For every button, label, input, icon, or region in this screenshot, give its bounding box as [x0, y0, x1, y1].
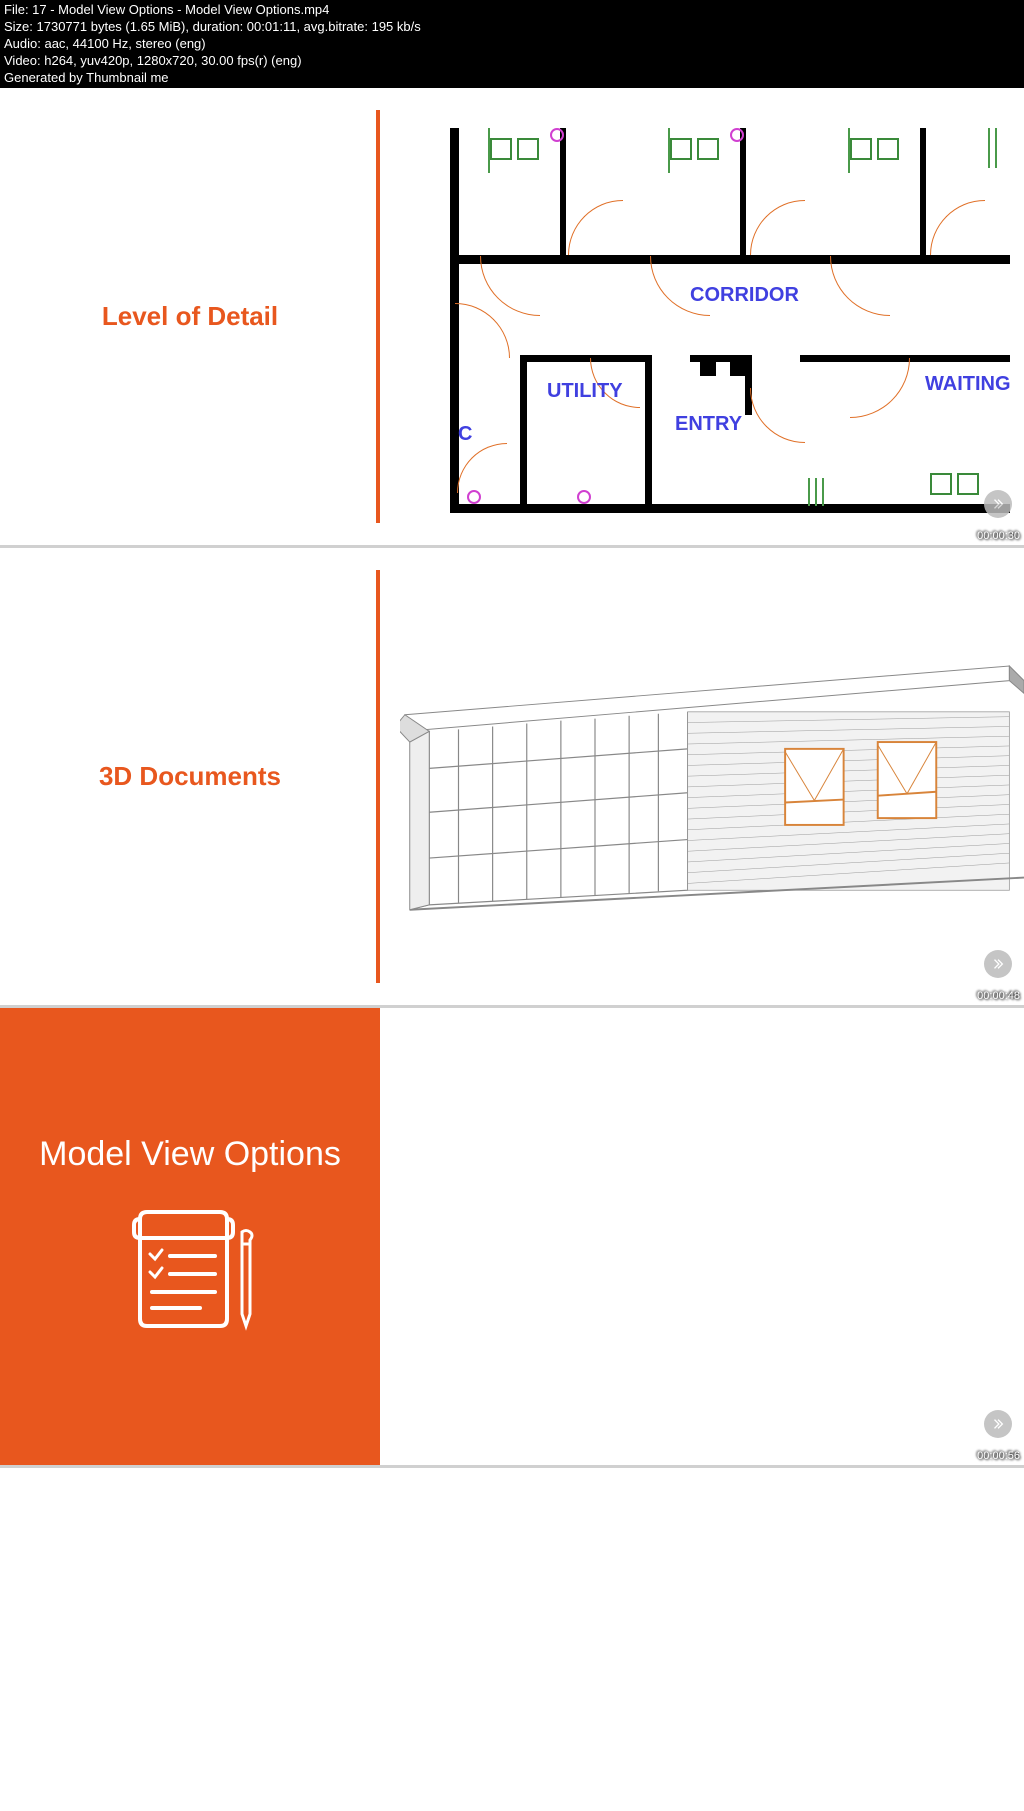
play-icon [984, 950, 1012, 978]
thumbnail-1-title: Level of Detail [102, 301, 278, 332]
timestamp-1: 00:00:30 [977, 530, 1020, 542]
thumbnail-1-content: CORRIDOR UTILITY ENTRY WAITING C 00:00:3… [380, 88, 1024, 545]
room-label-utility: UTILITY [547, 380, 623, 403]
orange-panel-content: Model View Options [39, 1135, 341, 1339]
metadata-size: Size: 1730771 bytes (1.65 MiB), duration… [4, 19, 1020, 36]
thumbnail-row-3: Model View Options [0, 1008, 1024, 1468]
room-label-waiting: WAITING [925, 373, 1011, 396]
timestamp-2: 00:00:48 [977, 990, 1020, 1002]
thumbnail-row-1: Level of Detail [0, 88, 1024, 548]
thumbnail-2-content: 00:00:48 [380, 548, 1024, 1005]
metadata-generated: Generated by Thumbnail me [4, 70, 1020, 87]
thumbnail-3-left-panel: Model View Options [0, 1008, 380, 1465]
metadata-file: File: 17 - Model View Options - Model Vi… [4, 2, 1020, 19]
3d-building-drawing [400, 643, 1024, 923]
metadata-video: Video: h264, yuv420p, 1280x720, 30.00 fp… [4, 53, 1020, 70]
room-label-corridor: CORRIDOR [690, 284, 799, 307]
notepad-pen-icon [120, 1204, 260, 1334]
thumbnail-1-left-panel: Level of Detail [0, 88, 380, 545]
thumbnail-2-left-panel: 3D Documents [0, 548, 380, 1005]
thumbnail-row-2: 3D Documents [0, 548, 1024, 1008]
thumbnail-3-title: Model View Options [39, 1135, 341, 1174]
thumbnail-3-content: 00:00:56 [380, 1008, 1024, 1465]
play-icon [984, 490, 1012, 518]
timestamp-3: 00:00:56 [977, 1450, 1020, 1462]
room-label-c: C [458, 423, 472, 446]
room-label-entry: ENTRY [675, 413, 742, 436]
metadata-audio: Audio: aac, 44100 Hz, stereo (eng) [4, 36, 1020, 53]
floor-plan-drawing: CORRIDOR UTILITY ENTRY WAITING C [450, 128, 1024, 505]
video-metadata-header: File: 17 - Model View Options - Model Vi… [0, 0, 1024, 88]
play-icon [984, 1410, 1012, 1438]
thumbnail-2-title: 3D Documents [99, 761, 281, 792]
